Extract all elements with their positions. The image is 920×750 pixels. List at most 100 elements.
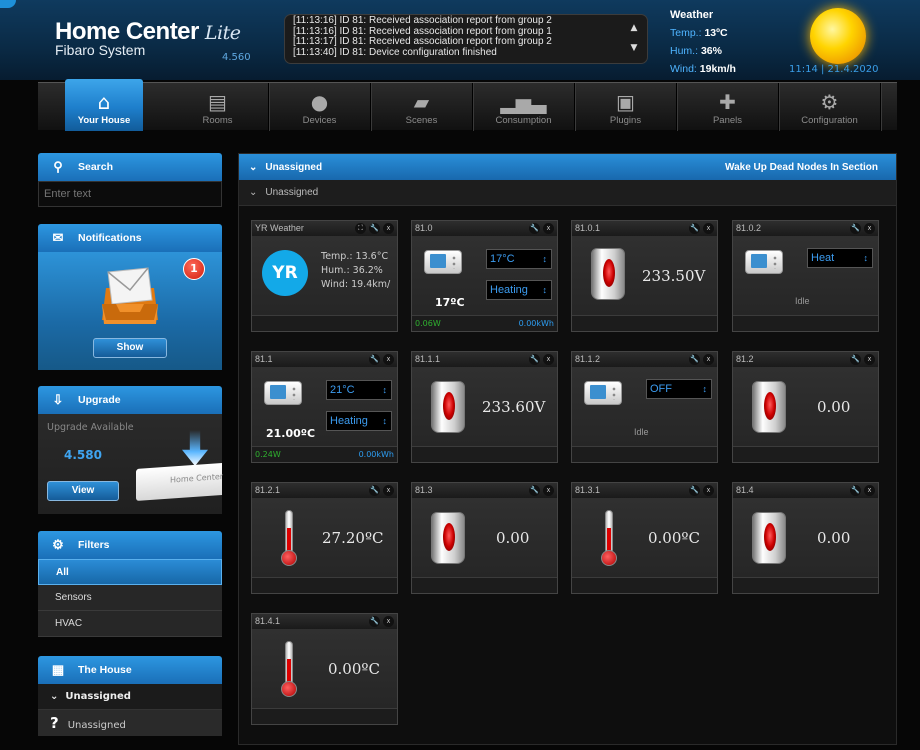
wrench-icon[interactable]: 🔧 [529,354,540,365]
view-upgrade-button[interactable]: View [47,481,119,501]
close-icon[interactable]: x [864,485,875,496]
nav-configuration[interactable]: ⚙ Configuration [779,83,881,131]
nav-your-house[interactable]: ⌂ Your House [65,79,143,131]
weather-temp-value: 13ºC [704,27,728,39]
wrench-icon[interactable]: 🔧 [850,354,861,365]
house-room-unassigned[interactable]: ? Unassigned [38,710,222,736]
device-card-81-2[interactable]: 81.2 🔧 x 0.00 [732,351,879,463]
close-icon[interactable]: x [543,223,554,234]
device-card-81-3[interactable]: 81.3 🔧 x 0.00 [411,482,558,594]
upgrade-header: ⇩ Upgrade [38,386,222,414]
notifications-header: ✉ Notifications [38,224,222,252]
energy-reading: 0.00kWh [518,319,554,328]
nav-rooms[interactable]: ▤ Rooms [167,83,269,131]
rooms-icon: ▤ [208,90,227,114]
close-icon[interactable]: x [383,485,394,496]
search-input[interactable] [38,181,222,207]
weather-wind-label: Wind: [670,63,697,75]
close-icon[interactable]: x [383,223,394,234]
device-card-81-2-1[interactable]: 81.2.1 🔧 x 27.20ºC [251,482,398,594]
wake-up-dead-nodes-button[interactable]: Wake Up Dead Nodes In Section [725,162,878,173]
search-title: Search [78,161,114,173]
device-card-81-0-1[interactable]: 81.0.1 🔧 x 233.50V [571,220,718,332]
card-title: 81.2.1 [255,485,281,495]
brand-lite: Lite [204,22,241,44]
mode-select[interactable]: Heating [486,280,552,300]
house-section-label: Unassigned [65,691,131,702]
log-scroll-up-button[interactable]: ▲ [625,18,643,38]
close-icon[interactable]: x [703,354,714,365]
device-card-81-1-2[interactable]: 81.1.2 🔧x OFF Idle [571,351,718,463]
card-title: 81.3.1 [575,485,601,495]
wrench-icon[interactable]: 🔧 [529,223,540,234]
weather-hum: Hum.: 36% [670,45,736,57]
filter-sensors[interactable]: Sensors [38,585,222,611]
device-card-81-0-2[interactable]: 81.0.2 🔧x Heat Idle [732,220,879,332]
close-icon[interactable]: x [703,223,714,234]
power-reading: 0.24W [255,450,281,459]
device-card-81-1[interactable]: 81.1 🔧x 21°C Heating 21.00ºC 0.24W 0.00k… [251,351,398,463]
upgrade-box-image: Home Center [136,462,223,502]
wrench-icon[interactable]: 🔧 [369,616,380,627]
wrench-icon[interactable]: 🔧 [369,485,380,496]
show-notifications-button[interactable]: Show [93,338,167,358]
close-icon[interactable]: x [703,485,714,496]
corner-tab [0,0,16,8]
wrench-icon[interactable]: 🔧 [850,485,861,496]
wrench-icon[interactable]: 🔧 [850,223,861,234]
close-icon[interactable]: x [864,223,875,234]
card-title: 81.0.1 [575,223,601,233]
close-icon[interactable]: x [543,485,554,496]
chevron-up-icon: ▲ [630,23,638,33]
card-title: 81.3 [415,485,433,495]
weather-temp-label: Temp.: [670,27,702,39]
close-icon[interactable]: x [864,354,875,365]
top-header: Home Center Lite Fibaro System 4.560 [11:… [0,0,920,80]
main-header: ⌄ Unassigned Wake Up Dead Nodes In Sectio… [239,154,896,180]
nav-plugins[interactable]: ▣ Plugins [575,83,677,131]
card-title: 81.2 [736,354,754,364]
setpoint-select[interactable]: 21°C [326,380,392,400]
nav-label: Consumption [495,115,552,126]
wrench-icon[interactable]: 🔧 [689,485,700,496]
setpoint-select[interactable]: 17°C [486,249,552,269]
nav-label: Panels [712,115,743,126]
close-icon[interactable]: x [543,354,554,365]
house-panel: ▦ The House ⌄ Unassigned ? Unassigned [38,656,222,736]
house-section-unassigned[interactable]: ⌄ Unassigned [38,684,222,710]
filter-all[interactable]: All [38,559,222,585]
filter-hvac[interactable]: HVAC [38,611,222,637]
version-label: 4.560 [222,52,251,63]
download-arrow-icon [182,430,208,466]
mode-select[interactable]: Heating [326,411,392,431]
energy-reading: 0.00kWh [358,450,394,459]
close-icon[interactable]: x [383,354,394,365]
device-card-81-4-1[interactable]: 81.4.1 🔧 x 0.00ºC [251,613,398,725]
log-scroll-down-button[interactable]: ▼ [625,38,643,58]
nav-consumption[interactable]: ▂▅▃ Consumption [473,83,575,131]
wrench-icon[interactable]: 🔧 [369,223,380,234]
close-icon[interactable]: x [383,616,394,627]
nav-devices[interactable]: ● Devices [269,83,371,131]
device-card-yr-weather[interactable]: YR Weather ⛶ 🔧 x YR Temp.: 13.6°C Hum.: 36… [251,220,398,332]
upgrade-available-label: Upgrade Available [47,422,134,433]
nav-label: Configuration [801,115,858,126]
sensor-value: 0.00 [496,529,530,547]
device-card-81-3-1[interactable]: 81.3.1 🔧 x 0.00ºC [571,482,718,594]
device-card-81-0[interactable]: 81.0 🔧x 17°C Heating 17ºC 0.06W 0.00kWh [411,220,558,332]
mode-select[interactable]: Heat [807,248,873,268]
house-title: The House [78,664,132,676]
chart-icon: ▂▅▃ [500,90,547,114]
nav-scenes[interactable]: ▰ Scenes [371,83,473,131]
move-icon[interactable]: ⛶ [355,223,366,234]
wrench-icon[interactable]: 🔧 [689,354,700,365]
nav-panels[interactable]: ✚ Panels [677,83,779,131]
device-card-81-4[interactable]: 81.4 🔧 x 0.00 [732,482,879,594]
device-card-81-1-1[interactable]: 81.1.1 🔧 x 233.60V [411,351,558,463]
wrench-icon[interactable]: 🔧 [369,354,380,365]
wrench-icon[interactable]: 🔧 [529,485,540,496]
wrench-icon[interactable]: 🔧 [689,223,700,234]
thermostat-icon [584,381,622,405]
section-header[interactable]: ⌄ Unassigned [239,180,896,206]
mode-select[interactable]: OFF [646,379,712,399]
